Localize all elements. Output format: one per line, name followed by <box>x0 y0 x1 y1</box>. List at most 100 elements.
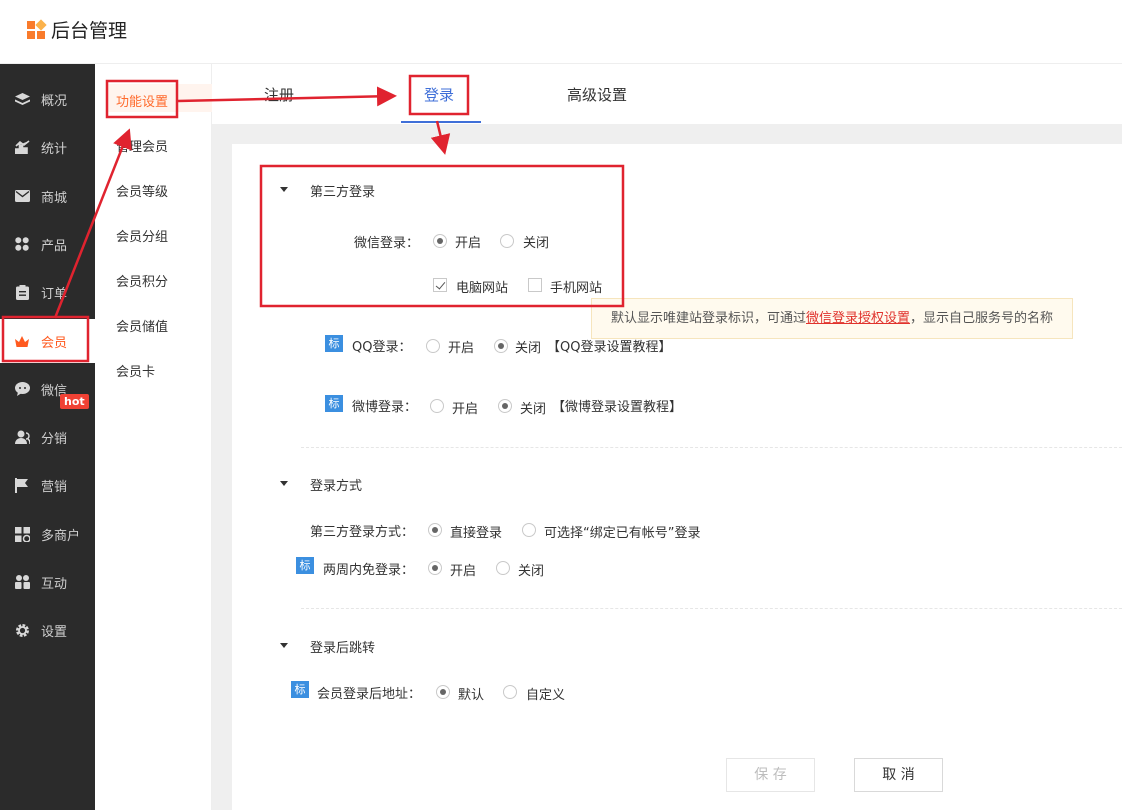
subnav-item-member-balance[interactable]: 会员储值 <box>116 316 168 335</box>
bind-account-label[interactable]: 可选择“绑定已有帐号”登录 <box>544 522 700 541</box>
mobile-site-label[interactable]: 手机网站 <box>550 277 602 296</box>
qq-login-label: QQ登录： <box>352 340 412 355</box>
redirect-custom-radio[interactable] <box>503 685 517 699</box>
tip-suffix: ，显示自己服务号的名称 <box>910 311 1054 326</box>
pc-site-checkbox[interactable] <box>433 278 447 292</box>
sidebar-item-settings[interactable]: 设置 <box>0 608 95 652</box>
top-bar: 后台管理 <box>0 0 1122 64</box>
weibo-login-label: 微博登录： <box>352 400 418 415</box>
sidebar-item-distribution[interactable]: 分销 <box>0 415 95 459</box>
qq-on-radio[interactable] <box>426 339 440 353</box>
direct-login-label[interactable]: 直接登录 <box>450 522 502 541</box>
wechat-on-label[interactable]: 开启 <box>455 232 481 251</box>
tab-active-indicator <box>401 121 481 123</box>
sidebar-item-multistore[interactable]: 多商户 <box>0 512 95 556</box>
wechat-off-radio[interactable] <box>500 234 514 248</box>
qq-on-label[interactable]: 开启 <box>448 337 474 356</box>
pc-site-label[interactable]: 电脑网站 <box>456 277 508 296</box>
clipboard-icon <box>14 284 30 300</box>
wechat-login-label: 微信登录： <box>354 236 420 251</box>
sidebar-item-label: 互动 <box>41 576 68 592</box>
sidebar-item-overview[interactable]: 概况 <box>0 77 95 121</box>
weibo-tutorial-link[interactable]: 【微博登录设置教程】 <box>552 396 682 415</box>
weibo-on-label[interactable]: 开启 <box>452 398 478 417</box>
qq-tutorial-link[interactable]: 【QQ登录设置教程】 <box>547 336 671 355</box>
tab-login[interactable]: 登录 <box>424 84 454 105</box>
app-title: 后台管理 <box>51 20 128 42</box>
section-title-third-party: 第三方登录 <box>310 185 376 200</box>
tab-advanced[interactable]: 高级设置 <box>567 84 627 105</box>
subnav-item-member-groups[interactable]: 会员分组 <box>116 226 168 245</box>
section-title-login-method: 登录方式 <box>310 479 363 494</box>
layers-icon <box>14 91 30 107</box>
collapse-arrow-icon[interactable] <box>280 643 288 648</box>
divider <box>301 608 1122 609</box>
chat-icon <box>14 381 30 397</box>
redirect-default-radio[interactable] <box>436 685 450 699</box>
subnav-item-manage-members[interactable]: 管理会员 <box>116 136 168 155</box>
sidebar-item-label: 商城 <box>41 190 68 206</box>
sidebar-item-label: 概况 <box>41 93 68 109</box>
subnav-item-function-settings[interactable]: 功能设置 <box>116 91 168 110</box>
settings-panel: 第三方登录 微信登录： 开启 关闭 默认显示唯建站登录标识，可通过微信登录授权设… <box>232 144 1122 810</box>
two-week-login-label: 两周内免登录： <box>323 563 415 578</box>
sidebar-item-marketing[interactable]: 营销 <box>0 463 95 507</box>
subnav-item-member-levels[interactable]: 会员等级 <box>116 181 168 200</box>
subnav-item-member-points[interactable]: 会员积分 <box>116 271 168 290</box>
tab-register[interactable]: 注册 <box>264 84 294 105</box>
interact-icon <box>14 574 30 590</box>
redirect-default-label[interactable]: 默认 <box>458 684 484 703</box>
mail-icon <box>14 188 30 204</box>
weibo-off-label[interactable]: 关闭 <box>520 398 546 417</box>
sidebar-item-label: 多商户 <box>41 528 81 544</box>
flag-icon <box>14 477 30 493</box>
sidebar-item-members[interactable]: 会员 <box>0 319 95 363</box>
qq-off-label[interactable]: 关闭 <box>515 337 541 356</box>
two-week-off-radio[interactable] <box>496 561 510 575</box>
tip-prefix: 默认显示唯建站登录标识，可通过 <box>611 311 807 326</box>
sidebar-item-label: 分销 <box>41 431 68 447</box>
hot-badge: hot <box>60 394 89 409</box>
direct-login-radio[interactable] <box>428 523 442 537</box>
logo-icon <box>27 18 47 39</box>
sidebar-item-label: 统计 <box>41 141 68 157</box>
subnav-item-member-card[interactable]: 会员卡 <box>116 361 155 380</box>
chart-icon <box>14 139 30 155</box>
gear-icon <box>14 622 30 638</box>
redirect-custom-label[interactable]: 自定义 <box>526 684 565 703</box>
tab-bar: 注册 登录 高级设置 <box>212 64 1122 124</box>
save-button[interactable]: 保 存 <box>726 758 815 792</box>
tag-icon: 标 <box>325 395 343 412</box>
sidebar-item-interact[interactable]: 互动 <box>0 560 95 604</box>
third-login-method-label: 第三方登录方式： <box>310 525 415 540</box>
two-week-off-label[interactable]: 关闭 <box>518 560 544 579</box>
wechat-on-radio[interactable] <box>433 234 447 248</box>
sidebar-item-label: 会员 <box>41 335 68 351</box>
tag-icon: 标 <box>296 557 314 574</box>
bind-account-radio[interactable] <box>522 523 536 537</box>
two-week-on-radio[interactable] <box>428 561 442 575</box>
sidebar-item-stats[interactable]: 统计 <box>0 125 95 169</box>
weibo-off-radio[interactable] <box>498 399 512 413</box>
mobile-site-checkbox[interactable] <box>528 278 542 292</box>
sidebar-item-mall[interactable]: 商城 <box>0 174 95 218</box>
two-week-on-label[interactable]: 开启 <box>450 560 476 579</box>
logo[interactable]: 后台管理 <box>27 16 127 43</box>
store-icon <box>14 526 30 542</box>
qq-off-radio[interactable] <box>494 339 508 353</box>
member-redirect-label: 会员登录后地址： <box>317 687 422 702</box>
wechat-off-label[interactable]: 关闭 <box>523 232 549 251</box>
sidebar-item-label: 设置 <box>41 624 68 640</box>
sidebar-item-orders[interactable]: 订单 <box>0 270 95 314</box>
collapse-arrow-icon[interactable] <box>280 481 288 486</box>
content-area: 注册 登录 高级设置 第三方登录 微信登录： 开启 关闭 默认显示唯建站登录标识… <box>212 64 1122 810</box>
sidebar-item-label: 订单 <box>41 286 68 302</box>
collapse-arrow-icon[interactable] <box>280 187 288 192</box>
divider <box>301 447 1122 448</box>
section-title-redirect: 登录后跳转 <box>310 641 376 656</box>
crown-icon <box>14 333 30 349</box>
cancel-button[interactable]: 取 消 <box>854 758 943 792</box>
weibo-on-radio[interactable] <box>430 399 444 413</box>
sidebar-item-products[interactable]: 产品 <box>0 222 95 266</box>
wechat-auth-settings-link[interactable]: 微信登录授权设置 <box>806 311 910 326</box>
